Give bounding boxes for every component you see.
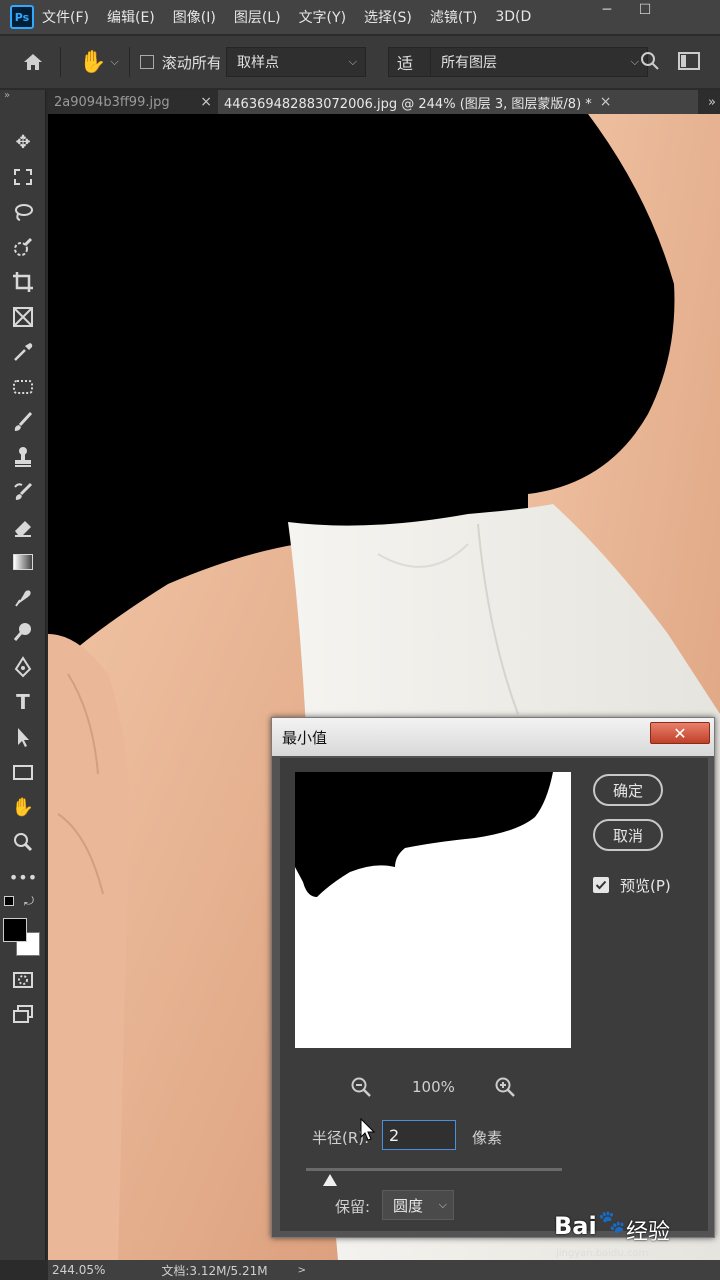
zoom-out-icon[interactable] [350, 1076, 372, 1102]
minimum-filter-dialog: 最小值 ✕ 100% 半径(R): 2 像素 保留: 圆度 ⌵ 确定 取消 预览… [271, 717, 715, 1238]
chevron-down-icon: ⌵ [348, 55, 357, 68]
sample-layers-dropdown[interactable]: 所有图层 ⌵ [430, 47, 648, 77]
crop-icon[interactable] [7, 268, 39, 296]
pen-icon[interactable] [7, 653, 39, 681]
document-size: 文档:3.12M/5.21M [161, 1263, 268, 1278]
lasso-icon[interactable] [7, 198, 39, 226]
history-brush-icon[interactable] [7, 478, 39, 506]
menu-type[interactable]: 文字(Y) [299, 7, 346, 27]
status-menu-icon[interactable]: > [298, 1265, 306, 1276]
preview-mask-image [295, 772, 553, 897]
menu-image[interactable]: 图像(I) [173, 7, 216, 27]
zoom-readout[interactable]: 244.05% [52, 1263, 105, 1277]
chevron-down-icon[interactable]: ⌵ [110, 55, 118, 69]
watermark-brand: Bai [554, 1212, 597, 1240]
sample-size-dropdown[interactable]: 取样点 ⌵ [226, 47, 366, 77]
tab-label: 2a9094b3ff99.jpg [54, 94, 170, 110]
options-bar: ✋ ⌵ 滚动所有 取样点 ⌵ 适 所有图层 ⌵ [0, 36, 720, 88]
screen-mode-icon[interactable] [7, 1000, 39, 1028]
menu-file[interactable]: 文件(F) [42, 7, 89, 27]
marquee-icon[interactable] [7, 163, 39, 191]
dialog-title-bar[interactable]: 最小值 ✕ [272, 718, 714, 756]
rectangle-icon[interactable] [7, 758, 39, 786]
patch-icon[interactable] [7, 373, 39, 401]
eraser-icon[interactable] [7, 513, 39, 541]
smudge-icon[interactable] [7, 583, 39, 611]
radius-slider-track[interactable] [306, 1168, 562, 1171]
menu-layer[interactable]: 图层(L) [234, 7, 281, 27]
scroll-all-label: 滚动所有 [161, 53, 220, 72]
radius-slider-handle[interactable] [322, 1172, 338, 1191]
dialog-title: 最小值 [282, 728, 328, 747]
close-icon[interactable]: × [200, 94, 212, 110]
collapse-icon[interactable]: » [4, 90, 10, 101]
minimize-button[interactable]: ─ [588, 0, 626, 20]
frame-icon[interactable] [7, 303, 39, 331]
preserve-value: 圆度 [393, 1196, 424, 1215]
brush-icon[interactable] [7, 408, 39, 436]
dialog-body: 100% 半径(R): 2 像素 保留: 圆度 ⌵ 确定 取消 预览(P) [280, 758, 708, 1231]
search-icon[interactable] [640, 51, 660, 75]
type-icon[interactable]: T [7, 688, 39, 716]
mouse-cursor [360, 1117, 376, 1146]
menu-3d[interactable]: 3D(D [495, 9, 531, 25]
stamp-icon[interactable] [7, 443, 39, 471]
maximize-button[interactable]: ☐ [626, 0, 664, 20]
scroll-all-checkbox[interactable] [139, 55, 154, 69]
workspace-icon[interactable] [678, 52, 700, 74]
paw-icon: 🐾 [598, 1210, 626, 1235]
cancel-button[interactable]: 取消 [593, 819, 663, 851]
quick-mask-icon[interactable] [7, 966, 39, 994]
zoom-level: 100% [412, 1078, 455, 1096]
radius-value: 2 [389, 1125, 400, 1145]
fit-screen-label: 适 [397, 54, 414, 73]
chevron-down-icon: ⌵ [630, 55, 639, 68]
menu-filter[interactable]: 滤镜(T) [430, 7, 477, 27]
tools-panel: » ✥ T ✋ ••• ⤾ [0, 90, 46, 1260]
watermark-brand-2: 经验 [626, 1220, 671, 1245]
home-icon[interactable] [20, 49, 46, 75]
radius-input[interactable]: 2 [382, 1120, 456, 1150]
quick-select-icon[interactable] [7, 233, 39, 261]
preview-checkbox[interactable] [593, 877, 609, 893]
menu-edit[interactable]: 编辑(E) [107, 7, 155, 27]
dodge-icon[interactable] [7, 618, 39, 646]
sample-layers-value: 所有图层 [441, 55, 497, 71]
gradient-icon[interactable] [7, 548, 39, 576]
swap-colors-icon[interactable]: ⤾ [24, 894, 34, 909]
tab-document-1[interactable]: 2a9094b3ff99.jpg × [48, 90, 218, 114]
preserve-dropdown[interactable]: 圆度 ⌵ [382, 1190, 454, 1220]
hand-tool-preset-icon[interactable]: ✋ [79, 50, 106, 75]
zoom-in-icon[interactable] [494, 1076, 516, 1102]
radius-unit: 像素 [472, 1129, 503, 1147]
tabs-overflow-icon[interactable]: » [708, 95, 716, 110]
close-button[interactable]: ✕ [650, 722, 710, 744]
watermark: Bai 🐾 经验 jingyan.baidu.com [554, 1210, 714, 1268]
document-tabs: 2a9094b3ff99.jpg × 446369482883072006.jp… [48, 90, 720, 114]
zoom-icon[interactable] [7, 828, 39, 856]
eyedropper-icon[interactable] [7, 338, 39, 366]
photoshop-logo: Ps [10, 5, 34, 29]
path-select-icon[interactable] [7, 723, 39, 751]
close-icon[interactable]: × [600, 94, 612, 110]
tab-label: 446369482883072006.jpg @ 244% (图层 3, 图层蒙… [224, 96, 592, 112]
more-icon[interactable]: ••• [7, 863, 39, 891]
sample-size-value: 取样点 [237, 55, 279, 71]
ok-button[interactable]: 确定 [593, 774, 663, 806]
chevron-down-icon: ⌵ [438, 1198, 447, 1211]
hand-icon[interactable]: ✋ [7, 793, 39, 821]
preserve-label: 保留: [335, 1198, 371, 1216]
menu-select[interactable]: 选择(S) [364, 7, 412, 27]
move-icon[interactable]: ✥ [7, 128, 39, 156]
watermark-url: jingyan.baidu.com [556, 1248, 649, 1259]
filter-preview[interactable] [295, 772, 571, 1048]
default-colors-icon[interactable] [4, 896, 14, 906]
preview-label: 预览(P) [620, 877, 671, 895]
tab-document-2[interactable]: 446369482883072006.jpg @ 244% (图层 3, 图层蒙… [218, 90, 698, 114]
foreground-color-swatch[interactable] [3, 918, 27, 942]
